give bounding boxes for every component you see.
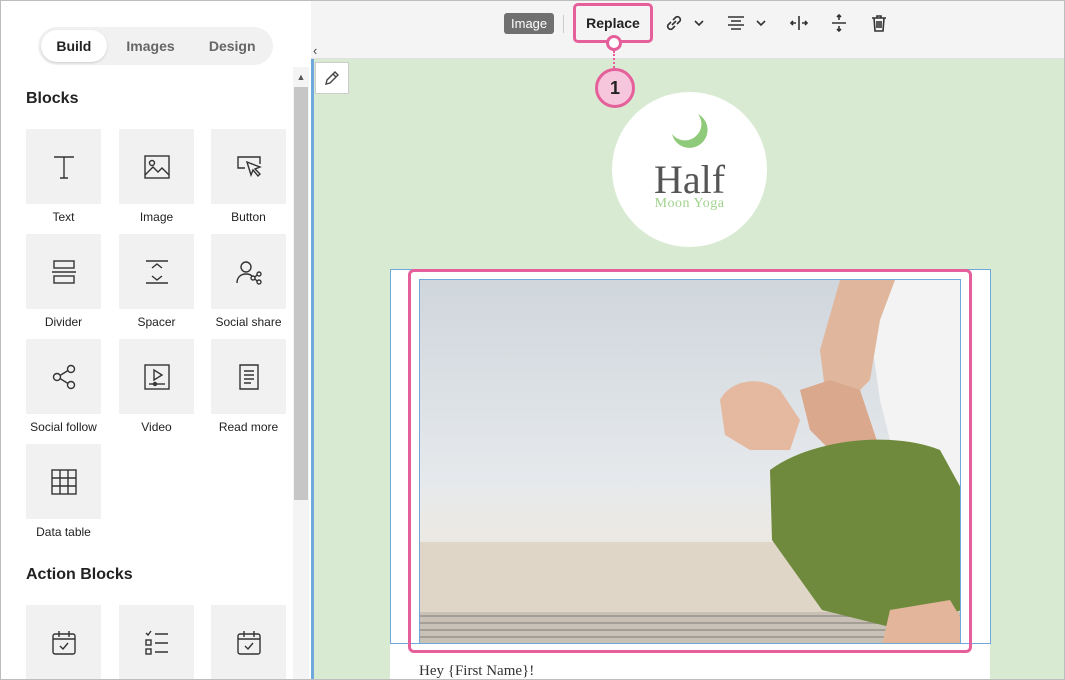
callout-dot	[606, 35, 622, 51]
block-social-share[interactable]: Social share	[211, 234, 291, 329]
action-block-event[interactable]	[26, 605, 106, 679]
social-share-icon	[235, 260, 262, 285]
block-text[interactable]: Text	[26, 129, 106, 224]
toolbar-divider	[563, 15, 564, 33]
block-label: Spacer	[137, 315, 176, 329]
social-follow-icon	[52, 364, 75, 389]
block-social-follow[interactable]: Social follow	[26, 339, 106, 434]
spacer-icon	[145, 259, 168, 284]
trash-icon	[872, 15, 886, 32]
resize-height-button[interactable]	[829, 12, 849, 34]
moon-logo-icon	[672, 114, 708, 148]
tab-design[interactable]: Design	[194, 30, 270, 62]
scroll-up-arrow-icon[interactable]: ▲	[293, 67, 309, 87]
action-blocks-heading: Action Blocks	[26, 566, 133, 583]
blocks-heading: Blocks	[26, 90, 79, 107]
tab-images[interactable]: Images	[107, 30, 195, 62]
logo-subtitle: Moon Yoga	[654, 196, 725, 211]
callout-number: 1	[595, 68, 635, 108]
block-button[interactable]: Button	[211, 129, 291, 224]
block-label: Text	[52, 210, 75, 224]
chevron-down-icon	[756, 20, 766, 27]
block-read-more[interactable]: Read more	[211, 339, 291, 434]
block-spacer[interactable]: Spacer	[119, 234, 199, 329]
resize-height-icon	[832, 13, 846, 33]
block-label: Read more	[218, 420, 279, 434]
block-image[interactable]: Image	[119, 129, 199, 224]
calendar-check-icon	[51, 630, 76, 655]
greeting-text[interactable]: Hey {First Name}!	[419, 663, 534, 679]
align-icon	[728, 16, 744, 30]
image-toolbar	[311, 1, 1064, 59]
text-icon	[53, 155, 74, 179]
resize-width-button[interactable]	[789, 12, 809, 34]
sidebar-tabs: Build Images Design	[38, 27, 273, 65]
block-data-table[interactable]: Data table	[26, 444, 106, 539]
read-more-icon	[238, 363, 259, 390]
selected-block-type-badge: Image	[504, 13, 555, 34]
block-label: Divider	[44, 315, 83, 329]
editor-window: Build Images Design Blocks Text Image Bu…	[0, 0, 1065, 680]
block-divider[interactable]: Divider	[26, 234, 106, 329]
logo[interactable]: Half Moon Yoga	[612, 92, 767, 247]
action-block-rsvp[interactable]	[211, 605, 291, 679]
image-icon	[143, 154, 170, 179]
align-button[interactable]	[726, 12, 746, 34]
block-label: Image	[139, 210, 174, 224]
pencil-icon	[325, 71, 339, 85]
collapse-sidebar-icon[interactable]: ‹	[313, 43, 317, 58]
action-block-survey[interactable]	[119, 605, 199, 679]
align-dropdown[interactable]	[755, 12, 767, 34]
block-video[interactable]: Video	[119, 339, 199, 434]
sidebar-scrollbar[interactable]: ▲	[293, 67, 309, 679]
scroll-thumb[interactable]	[294, 87, 308, 500]
video-icon	[143, 363, 170, 390]
chevron-down-icon	[694, 20, 704, 27]
checklist-icon	[144, 630, 168, 655]
resize-width-icon	[789, 16, 809, 30]
data-table-icon	[50, 468, 77, 495]
block-label: Button	[231, 210, 266, 224]
block-label: Data table	[36, 525, 91, 539]
tab-build[interactable]: Build	[41, 30, 107, 62]
link-button[interactable]	[664, 12, 684, 34]
delete-button[interactable]	[869, 12, 889, 34]
block-label: Video	[141, 420, 172, 434]
link-dropdown[interactable]	[693, 12, 705, 34]
link-icon	[666, 15, 682, 31]
edit-button[interactable]	[315, 62, 349, 94]
block-label: Social share	[215, 315, 282, 329]
sidebar: Build Images Design Blocks Text Image Bu…	[1, 1, 293, 679]
selected-image-highlight	[408, 269, 972, 653]
calendar-check-icon	[236, 630, 261, 655]
button-icon	[236, 155, 262, 177]
divider-icon	[51, 259, 76, 284]
block-label: Social follow	[30, 420, 97, 434]
